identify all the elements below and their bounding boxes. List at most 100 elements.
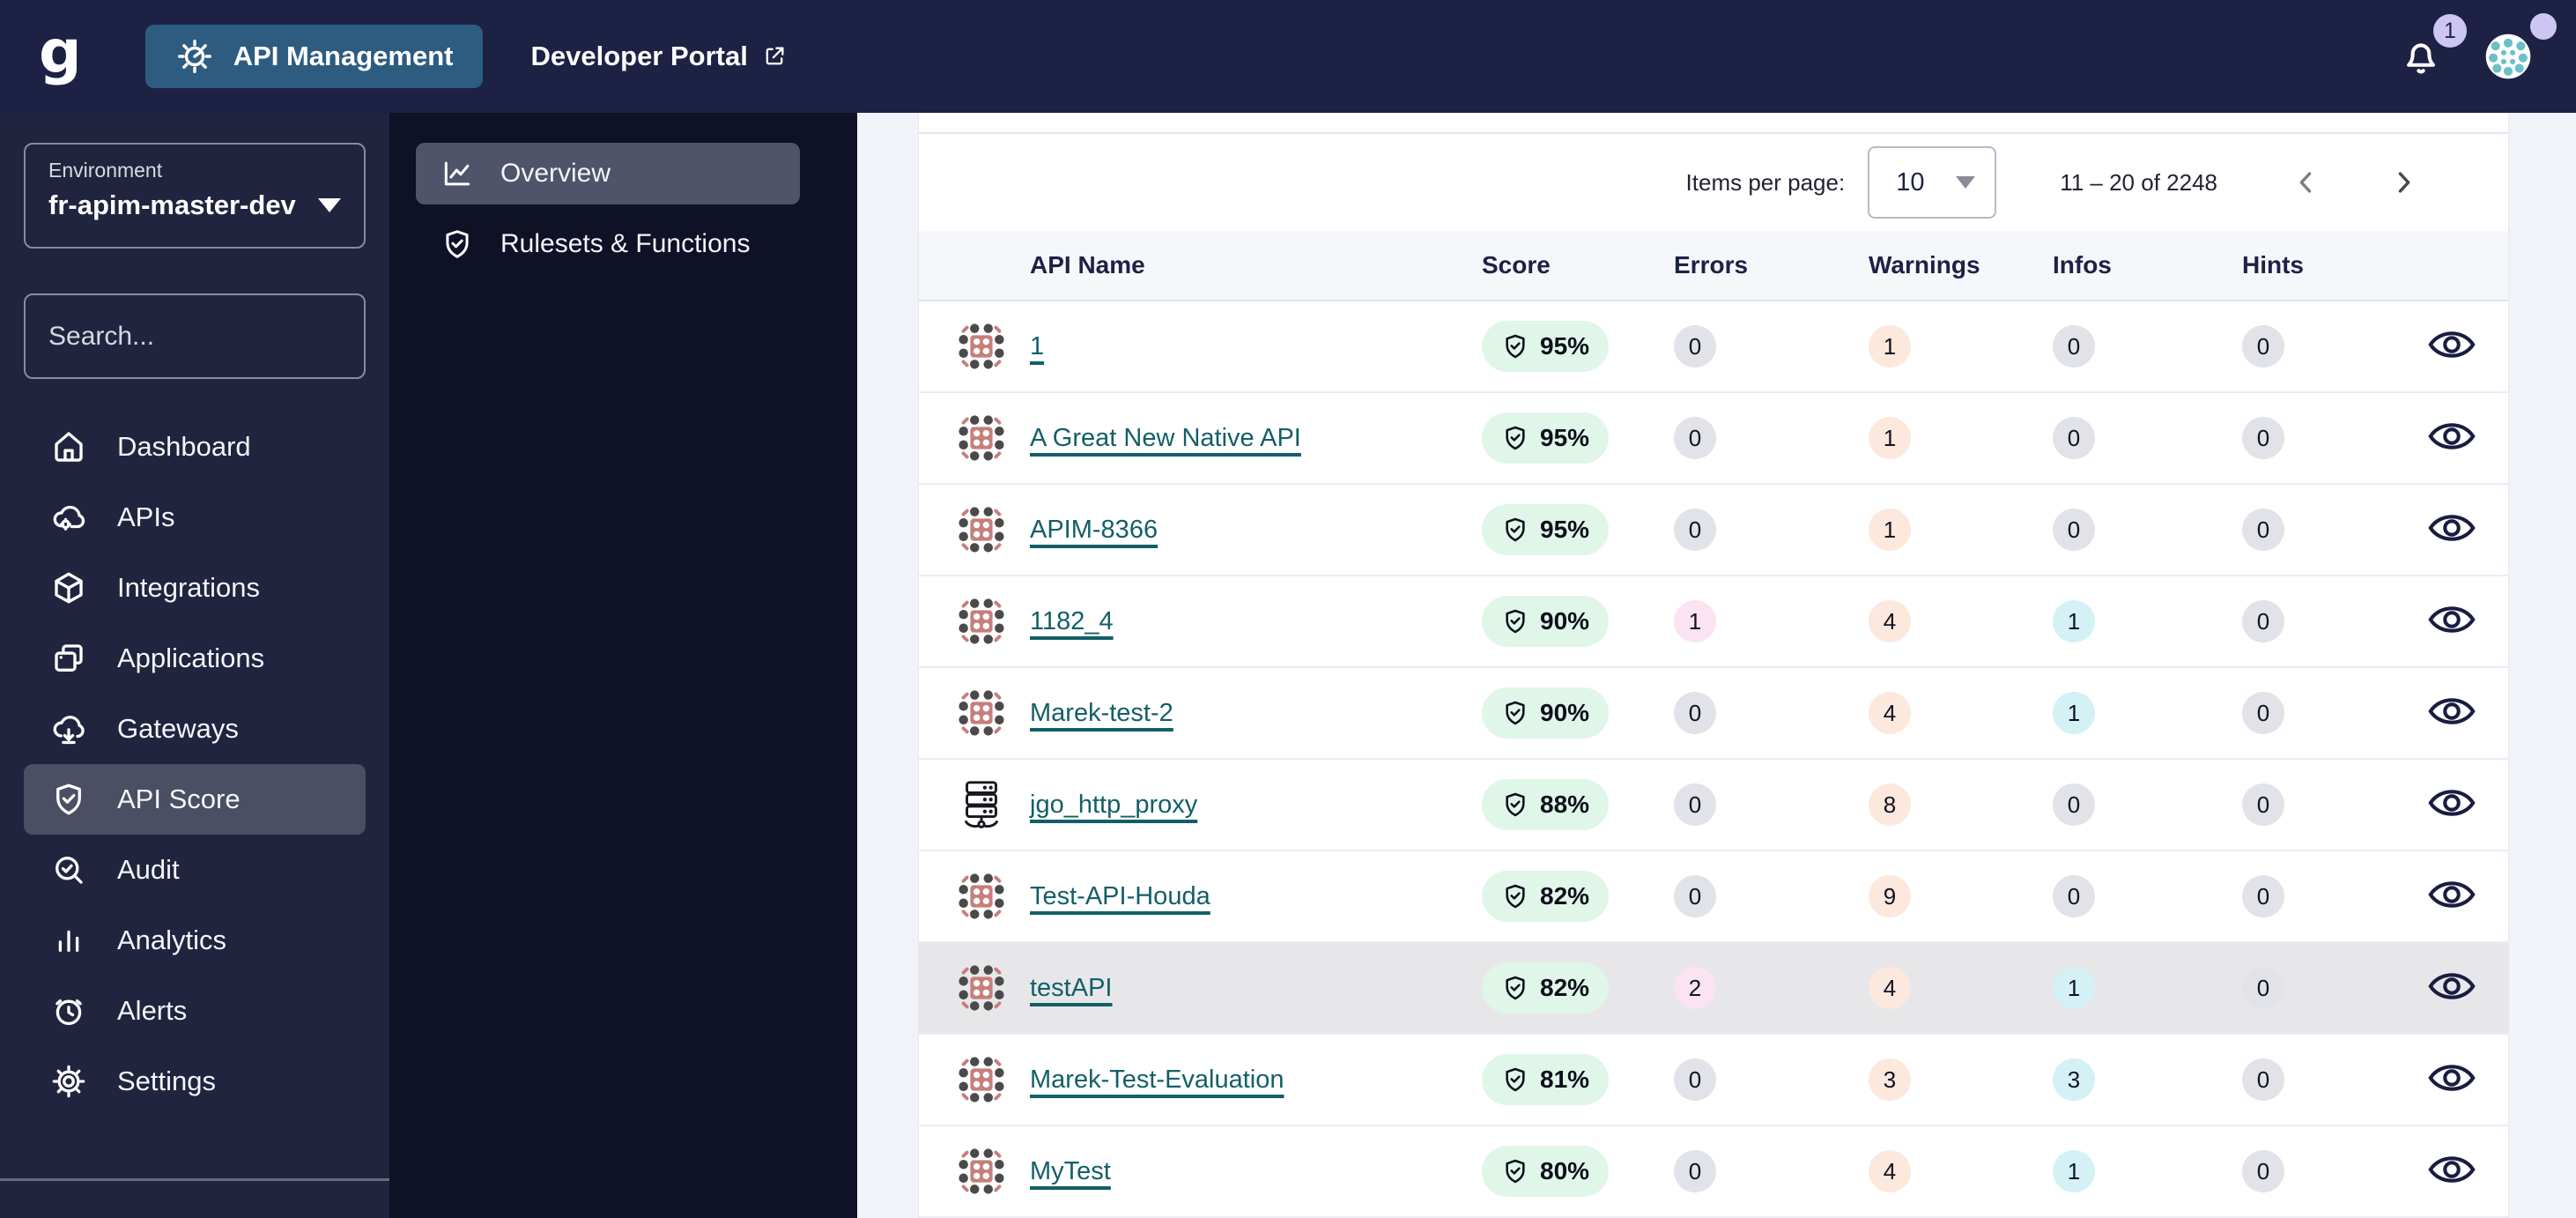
api-name-link[interactable]: MyTest <box>1030 1157 1111 1185</box>
view-api-button[interactable] <box>2426 600 2477 639</box>
hints-count-chip: 0 <box>2242 417 2284 459</box>
api-name-link[interactable]: 1 <box>1030 332 1044 360</box>
sidebar-item-alerts[interactable]: Alerts <box>24 976 366 1046</box>
view-api-button[interactable] <box>2426 1058 2477 1097</box>
view-api-button[interactable] <box>2426 417 2477 456</box>
developer-portal-link[interactable]: Developer Portal <box>530 41 786 72</box>
windows-icon <box>50 640 87 677</box>
cell-score: 95% <box>1477 504 1669 555</box>
cell-infos: 1 <box>2047 1150 2237 1192</box>
sidebar-item-analytics[interactable]: Analytics <box>24 905 366 976</box>
shield-check-icon <box>1501 1066 1529 1094</box>
cell-score: 80% <box>1477 1146 1669 1197</box>
table-row: Marek-test-290%0410 <box>919 668 2508 760</box>
cell-infos: 0 <box>2047 509 2237 551</box>
view-api-button[interactable] <box>2426 784 2477 822</box>
user-avatar[interactable] <box>2484 33 2532 80</box>
hints-count-chip: 0 <box>2242 1150 2284 1192</box>
cell-actions <box>2426 1058 2495 1102</box>
warnings-count-chip: 9 <box>1869 875 1911 917</box>
errors-count-chip: 2 <box>1674 967 1716 1009</box>
table-row: jgo_http_proxy88%0800 <box>919 760 2508 851</box>
api-name-link[interactable]: APIM-8366 <box>1030 516 1158 544</box>
subnav-item-overview[interactable]: Overview <box>416 143 800 204</box>
next-page-button[interactable] <box>2383 162 2424 203</box>
view-api-button[interactable] <box>2426 692 2477 731</box>
table-row: testAPI82%2410 <box>919 943 2508 1035</box>
score-badge: 95% <box>1482 321 1609 372</box>
table-row: MyTest80%0410 <box>919 1126 2508 1218</box>
cell-warnings: 4 <box>1863 1150 2047 1192</box>
cell-score: 81% <box>1477 1054 1669 1105</box>
card-top-strip <box>919 113 2508 134</box>
sidebar-item-api-score[interactable]: API Score <box>24 764 366 835</box>
api-name-link[interactable]: A Great New Native API <box>1030 424 1301 452</box>
api-management-button[interactable]: API Management <box>145 25 484 88</box>
eye-icon <box>2426 875 2477 914</box>
cell-errors: 1 <box>1669 600 1863 642</box>
api-name-link[interactable]: Marek-test-2 <box>1030 699 1173 727</box>
sidebar-item-dashboard[interactable]: Dashboard <box>24 412 366 482</box>
api-score-card: Items per page: 10 11 – 20 of 2248 API N… <box>918 113 2509 1218</box>
api-name-link[interactable]: Test-API-Houda <box>1030 882 1210 910</box>
sidebar-item-audit[interactable]: Audit <box>24 835 366 905</box>
chevron-right-icon <box>2388 167 2418 197</box>
cell-api-name: Marek-Test-Evaluation <box>1009 1066 1477 1095</box>
api-name-link[interactable]: jgo_http_proxy <box>1030 791 1197 819</box>
sidebar-item-applications[interactable]: Applications <box>24 623 366 694</box>
gravitee-logo: g <box>39 23 82 83</box>
cell-errors: 0 <box>1669 784 1863 826</box>
score-badge: 88% <box>1482 779 1609 830</box>
search-input[interactable] <box>48 322 389 352</box>
cell-avatar <box>954 411 1009 465</box>
api-name-link[interactable]: testAPI <box>1030 974 1113 1002</box>
sidebar-item-label: Dashboard <box>117 431 251 463</box>
infos-count-chip: 1 <box>2053 1150 2095 1192</box>
paginator: Items per page: 10 11 – 20 of 2248 <box>919 134 2508 231</box>
subnav-item-rulesets-functions[interactable]: Rulesets & Functions <box>416 213 800 275</box>
api-name-link[interactable]: Marek-Test-Evaluation <box>1030 1066 1284 1094</box>
cell-warnings: 9 <box>1863 875 2047 917</box>
items-per-page-select[interactable]: 10 <box>1868 146 1996 219</box>
chevron-left-icon <box>2291 167 2321 197</box>
cell-hints: 0 <box>2237 967 2426 1009</box>
api-name-link[interactable]: 1182_4 <box>1030 607 1114 635</box>
cell-errors: 0 <box>1669 1150 1863 1192</box>
view-api-button[interactable] <box>2426 509 2477 547</box>
hints-count-chip: 0 <box>2242 1058 2284 1101</box>
sidebar-item-label: Integrations <box>117 572 260 604</box>
cube-icon <box>50 569 87 606</box>
sidebar-item-apis[interactable]: APIs <box>24 482 366 553</box>
column-header-score: Score <box>1477 251 1669 279</box>
warnings-count-chip: 8 <box>1869 784 1911 826</box>
view-api-button[interactable] <box>2426 1150 2477 1189</box>
cell-actions <box>2426 784 2495 827</box>
cell-score: 88% <box>1477 779 1669 830</box>
sidebar-item-gateways[interactable]: Gateways <box>24 694 366 764</box>
hints-count-chip: 0 <box>2242 325 2284 368</box>
table-header-row: API NameScoreErrorsWarningsInfosHints <box>919 231 2508 301</box>
shield-check-icon <box>1501 332 1529 360</box>
score-value: 82% <box>1540 974 1589 1002</box>
cell-warnings: 1 <box>1863 509 2047 551</box>
cell-score: 82% <box>1477 962 1669 1014</box>
view-api-button[interactable] <box>2426 875 2477 914</box>
sidebar-item-integrations[interactable]: Integrations <box>24 553 366 623</box>
cell-warnings: 4 <box>1863 692 2047 734</box>
sidebar-item-settings[interactable]: Settings <box>24 1046 366 1117</box>
environment-select[interactable]: Environment fr-apim-master-dev <box>24 143 366 249</box>
cell-infos: 1 <box>2047 600 2237 642</box>
errors-count-chip: 0 <box>1674 325 1716 368</box>
cell-warnings: 1 <box>1863 417 2047 459</box>
notifications-button[interactable]: 1 <box>2398 33 2444 79</box>
hints-count-chip: 0 <box>2242 875 2284 917</box>
view-api-button[interactable] <box>2426 967 2477 1006</box>
previous-page-button[interactable] <box>2286 162 2327 203</box>
api-identicon-icon <box>954 961 1009 1015</box>
view-api-button[interactable] <box>2426 325 2477 364</box>
cell-avatar <box>954 869 1009 924</box>
cell-actions <box>2426 692 2495 735</box>
table-body: 195%0100A Great New Native API95%0100API… <box>919 301 2508 1218</box>
table-row: Marek-Test-Evaluation81%0330 <box>919 1035 2508 1126</box>
cell-api-name: Test-API-Houda <box>1009 882 1477 911</box>
